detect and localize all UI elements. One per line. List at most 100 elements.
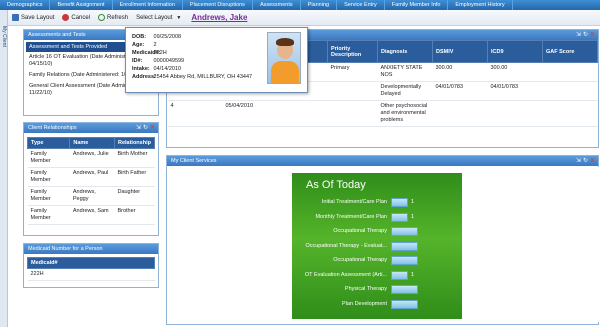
close-icon[interactable]: ✕ xyxy=(590,157,595,165)
close-icon[interactable]: ✕ xyxy=(150,124,155,132)
services-chart-area: As Of Today Initial Treatment/Care Plan 1… xyxy=(168,167,599,322)
cell-diagnosis: Other psychosocial and environmental pro… xyxy=(377,100,433,127)
column-header-gaf[interactable]: GAF Score xyxy=(542,40,598,63)
services-panel-header: My Client Services ⇲ ↻ ✕ xyxy=(167,156,598,166)
column-header[interactable]: Relationship xyxy=(113,137,156,149)
cell-diagnosis: Developmentally Delayed xyxy=(377,81,433,101)
cell: 4 xyxy=(167,100,223,127)
chart-bar[interactable] xyxy=(391,270,408,280)
column-header[interactable]: Medicaid# xyxy=(27,257,155,269)
column-header[interactable]: Type xyxy=(26,137,71,149)
expand-icon[interactable]: ⇲ xyxy=(576,157,581,165)
top-tab[interactable]: Benefit Assignment xyxy=(50,0,113,10)
top-tab[interactable]: Enrollment Information xyxy=(113,0,183,10)
close-icon[interactable]: ✕ xyxy=(590,31,595,39)
field-label: DOB: xyxy=(132,34,147,40)
column-header-icd9[interactable]: ICD9 xyxy=(487,40,543,63)
photo-shirt xyxy=(271,61,299,83)
top-tab[interactable]: Assessments xyxy=(253,0,301,10)
top-tab[interactable]: Employment History xyxy=(448,0,513,10)
select-layout-dropdown[interactable]: Select Layout ▼ xyxy=(132,15,185,21)
chart-category-label: Occupational Therapy xyxy=(333,257,387,263)
field-label: Medicaid#: xyxy=(132,50,161,56)
chart-bar[interactable] xyxy=(391,285,418,294)
chart-bar-row: Monthly Treatment/Care Plan 1 xyxy=(292,212,462,223)
toolbar: Save Layout Cancel Refresh Select Layout… xyxy=(8,10,600,26)
table-row[interactable]: 222H xyxy=(27,268,155,281)
field-label: Address: xyxy=(132,74,156,80)
chart-category-label: Plan Development xyxy=(342,300,387,307)
top-tab[interactable]: Planning xyxy=(301,0,338,10)
expand-icon[interactable]: ⇲ xyxy=(576,31,581,39)
cell-priority xyxy=(327,100,378,127)
cancel-button[interactable]: Cancel xyxy=(58,14,94,21)
table-row[interactable]: Family Member Andrews, Sam Brother xyxy=(27,205,155,225)
chart-category-label: Physical Therapy xyxy=(344,286,387,292)
save-layout-label: Save Layout xyxy=(21,14,55,21)
demographic-field: Age: 2 xyxy=(132,41,252,49)
cell-type: Family Member xyxy=(27,186,70,206)
cell-dsmiv: 04/01/0783 xyxy=(432,81,488,101)
column-header-dsmiv[interactable]: DSMIV xyxy=(432,40,488,63)
field-label: ID#: xyxy=(132,58,143,64)
table-row[interactable]: Family Member Andrews, Paul Birth Father xyxy=(27,167,155,187)
chart-bar-row: Occupational Therapy - Evaluat... xyxy=(292,241,462,252)
refresh-icon[interactable]: ↻ xyxy=(583,31,588,39)
column-header-priority[interactable]: Priority Description xyxy=(327,40,378,63)
demographic-field: ID#: 0000049599 xyxy=(132,57,252,65)
client-name-link[interactable]: Andrews, Jake xyxy=(191,13,247,22)
chart-bar[interactable] xyxy=(391,241,418,251)
medicaid-panel-header: Medicaid Number for a Person xyxy=(24,244,158,254)
save-icon xyxy=(12,14,19,21)
table-row[interactable]: Family Member Andrews, Peggy Daughter xyxy=(27,186,155,206)
field-value: 0000049599 xyxy=(153,58,185,64)
table-row[interactable]: Family Member Andrews, Julie Birth Mothe… xyxy=(27,148,155,168)
chart-title: As Of Today xyxy=(306,179,366,191)
field-label: Age: xyxy=(132,42,145,48)
refresh-button[interactable]: Refresh xyxy=(94,14,132,21)
cell-icd9 xyxy=(487,100,543,127)
top-tab[interactable]: Service Entry xyxy=(337,0,385,10)
cell-dsmiv xyxy=(432,100,488,127)
cell-gaf xyxy=(542,81,598,101)
medicaid-panel-title: Medicaid Number for a Person xyxy=(28,246,103,252)
refresh-icon[interactable]: ↻ xyxy=(143,124,148,132)
chart-category-label: Occupational Therapy xyxy=(333,228,387,234)
cell-gaf xyxy=(542,62,598,82)
chart-bar[interactable] xyxy=(391,212,408,222)
chart-bar[interactable] xyxy=(391,198,408,207)
top-tab[interactable]: Demographics xyxy=(0,0,51,10)
top-tab[interactable]: Placement Disruptions xyxy=(183,0,253,10)
relationships-panel-title: Client Relationships xyxy=(28,125,77,131)
cell-type: Family Member xyxy=(27,205,70,225)
cell-icd9: 04/01/0783 xyxy=(487,81,543,101)
save-layout-button[interactable]: Save Layout xyxy=(8,14,58,21)
assessments-panel-title: Assessments and Tests xyxy=(28,32,86,38)
demographic-field: Address: 25454 Abbey Rd, MILLBURY, OH 43… xyxy=(132,73,252,81)
chart-bar[interactable] xyxy=(391,227,418,236)
chart-bar-row: Occupational Therapy xyxy=(292,256,462,266)
refresh-icon xyxy=(98,14,106,21)
my-client-side-tab[interactable]: My Client xyxy=(0,10,8,327)
field-value: 04/14/2010 xyxy=(153,66,182,72)
relationships-panel-header: Client Relationships ⇲ ↻ ✕ xyxy=(24,123,158,133)
cancel-label: Cancel xyxy=(71,14,91,21)
client-photo xyxy=(267,32,301,84)
top-tab[interactable]: Family Member Info xyxy=(385,0,449,10)
cell-relationship: Brother xyxy=(114,205,155,225)
field-label: Intake: xyxy=(132,66,150,72)
expand-icon[interactable]: ⇲ xyxy=(136,124,141,132)
chart-bar-row: Occupational Therapy xyxy=(292,227,462,237)
side-tab-label: My Client xyxy=(1,26,7,47)
refresh-icon[interactable]: ↻ xyxy=(583,157,588,165)
chart-value-label: 1 xyxy=(411,271,415,278)
chart-bar[interactable] xyxy=(391,256,418,265)
column-header[interactable]: Name xyxy=(69,137,115,149)
chart-bar[interactable] xyxy=(391,299,418,309)
table-row[interactable]: 4 05/04/2010 Other psychosocial and envi… xyxy=(167,100,598,127)
column-header-diagnosis[interactable]: Diagnosis xyxy=(377,40,433,63)
cell-priority xyxy=(327,81,378,101)
medicaid-value: 222H xyxy=(27,268,155,281)
photo-hair xyxy=(276,38,294,46)
chart-category-label: OT Evaluation Assessment (Arti... xyxy=(304,271,387,278)
